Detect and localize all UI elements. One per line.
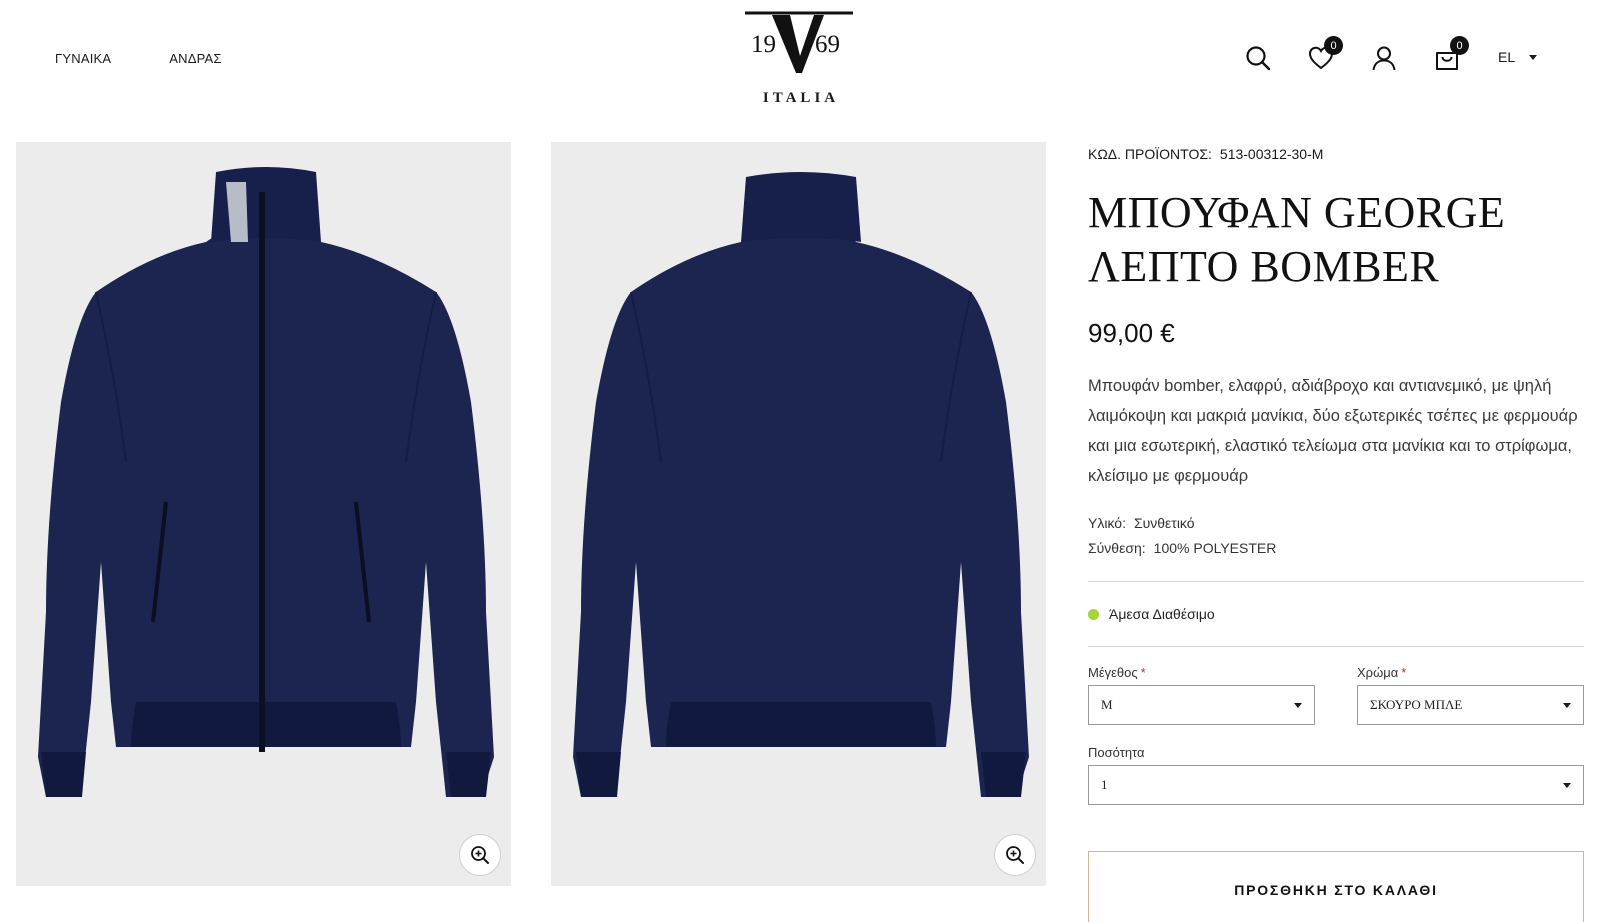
product-image-front[interactable] — [16, 142, 511, 886]
zoom-in-icon — [1006, 846, 1024, 864]
availability-dot-icon — [1088, 608, 1099, 620]
product-title-line-1: ΜΠΟΥΦΑΝ GEORGE — [1088, 188, 1506, 237]
material-label: Υλικό: — [1088, 515, 1126, 531]
size-select[interactable]: M — [1088, 685, 1315, 725]
chevron-down-icon — [1563, 702, 1571, 708]
product-title-line-2: ΛΕΠΤΟ BOMBER — [1088, 242, 1440, 291]
header-actions: 0 0 EL — [1240, 36, 1560, 76]
divider — [1088, 646, 1584, 647]
nav-item-men[interactable]: ΑΝΔΡΑΣ — [169, 51, 221, 66]
logo-year-right: 69 — [815, 31, 840, 58]
jacket-front-image — [38, 167, 494, 797]
product-description: Μπουφάν bomber, ελαφρύ, αδιάβροχο και αν… — [1088, 377, 1578, 485]
jacket-back-image — [573, 172, 1029, 797]
zoom-button-back[interactable] — [994, 834, 1036, 876]
size-selected-value: M — [1101, 697, 1113, 712]
material-value: Συνθετικό — [1133, 515, 1195, 531]
sku-value: 513-00312-30-M — [1219, 146, 1324, 162]
product-attributes: Υλικό: Συνθετικό Σύνθεση: 100% POLYESTER — [1088, 511, 1584, 561]
size-field: Μέγεθος * M — [1088, 665, 1315, 725]
availability-text: Άμεσα Διαθέσιμο — [1109, 606, 1215, 622]
product-info-panel: ΚΩΔ. ΠΡΟΪΟΝΤΟΣ: 513-00312-30-M ΜΠΟΥΦΑΝ G… — [1088, 146, 1584, 922]
size-label: Μέγεθος * — [1088, 665, 1146, 680]
search-button[interactable] — [1240, 40, 1276, 76]
search-icon — [1246, 46, 1271, 71]
chevron-down-icon — [1294, 702, 1302, 708]
zoom-in-icon — [471, 846, 489, 864]
composition-value: 100% POLYESTER — [1153, 540, 1277, 556]
color-field: Χρώμα * ΣΚΟΥΡΟ ΜΠΛΕ — [1357, 665, 1584, 725]
availability-status: Άμεσα Διαθέσιμο — [1088, 582, 1584, 646]
brand-logo[interactable]: 19 69 ITALIA — [745, 8, 853, 106]
quantity-selected-value: 1 — [1101, 777, 1108, 792]
product-price: 99,00 € — [1088, 318, 1175, 348]
variant-selectors: Μέγεθος * M Χρώμα * ΣΚΟΥΡΟ ΜΠΛΕ — [1088, 665, 1584, 725]
brand-logo-mark: 19 69 — [745, 11, 853, 73]
quantity-field: Ποσότητα 1 — [1088, 745, 1584, 805]
quantity-select[interactable]: 1 — [1088, 765, 1584, 805]
chevron-down-icon — [1529, 54, 1538, 60]
composition-label: Σύνθεση: — [1088, 540, 1146, 556]
material-row: Υλικό: Συνθετικό — [1088, 511, 1584, 536]
zoom-button-front[interactable] — [459, 834, 501, 876]
composition-row: Σύνθεση: 100% POLYESTER — [1088, 536, 1584, 561]
wishlist-button[interactable]: 0 — [1303, 36, 1343, 76]
logo-tagline: ITALIA — [762, 90, 840, 106]
required-marker: * — [1140, 665, 1146, 680]
language-selector[interactable]: EL — [1498, 49, 1538, 65]
product-sku: ΚΩΔ. ΠΡΟΪΟΝΤΟΣ: 513-00312-30-M — [1088, 146, 1584, 162]
chevron-down-icon — [1563, 782, 1571, 788]
quantity-label: Ποσότητα — [1088, 745, 1145, 760]
language-label: EL — [1498, 49, 1516, 65]
color-selected-value: ΣΚΟΥΡΟ ΜΠΛΕ — [1370, 697, 1463, 712]
product-title: ΜΠΟΥΦΑΝ GEORGE ΛΕΠΤΟ BOMBER — [1088, 186, 1584, 294]
product-image-back[interactable] — [551, 142, 1046, 886]
color-select[interactable]: ΣΚΟΥΡΟ ΜΠΛΕ — [1357, 685, 1584, 725]
account-button[interactable] — [1366, 40, 1402, 76]
nav-item-women[interactable]: ΓΥΝΑΙΚΑ — [55, 51, 111, 66]
color-label: Χρώμα * — [1357, 665, 1407, 680]
user-icon — [1372, 46, 1396, 71]
wishlist-count-badge: 0 — [1324, 36, 1343, 55]
logo-year-left: 19 — [751, 31, 776, 58]
cart-button[interactable]: 0 — [1429, 36, 1469, 76]
required-marker: * — [1401, 665, 1407, 680]
cart-count-badge: 0 — [1450, 36, 1469, 55]
site-header: ΓΥΝΑΙΚΑ ΑΝΔΡΑΣ 19 69 ITALIA 0 0 EL — [0, 0, 1600, 120]
sku-label: ΚΩΔ. ΠΡΟΪΟΝΤΟΣ: — [1088, 146, 1212, 162]
main-nav: ΓΥΝΑΙΚΑ ΑΝΔΡΑΣ — [55, 51, 222, 66]
add-to-cart-button[interactable]: ΠΡΟΣΘΗΚΗ ΣΤΟ ΚΑΛΑΘΙ — [1088, 851, 1584, 922]
